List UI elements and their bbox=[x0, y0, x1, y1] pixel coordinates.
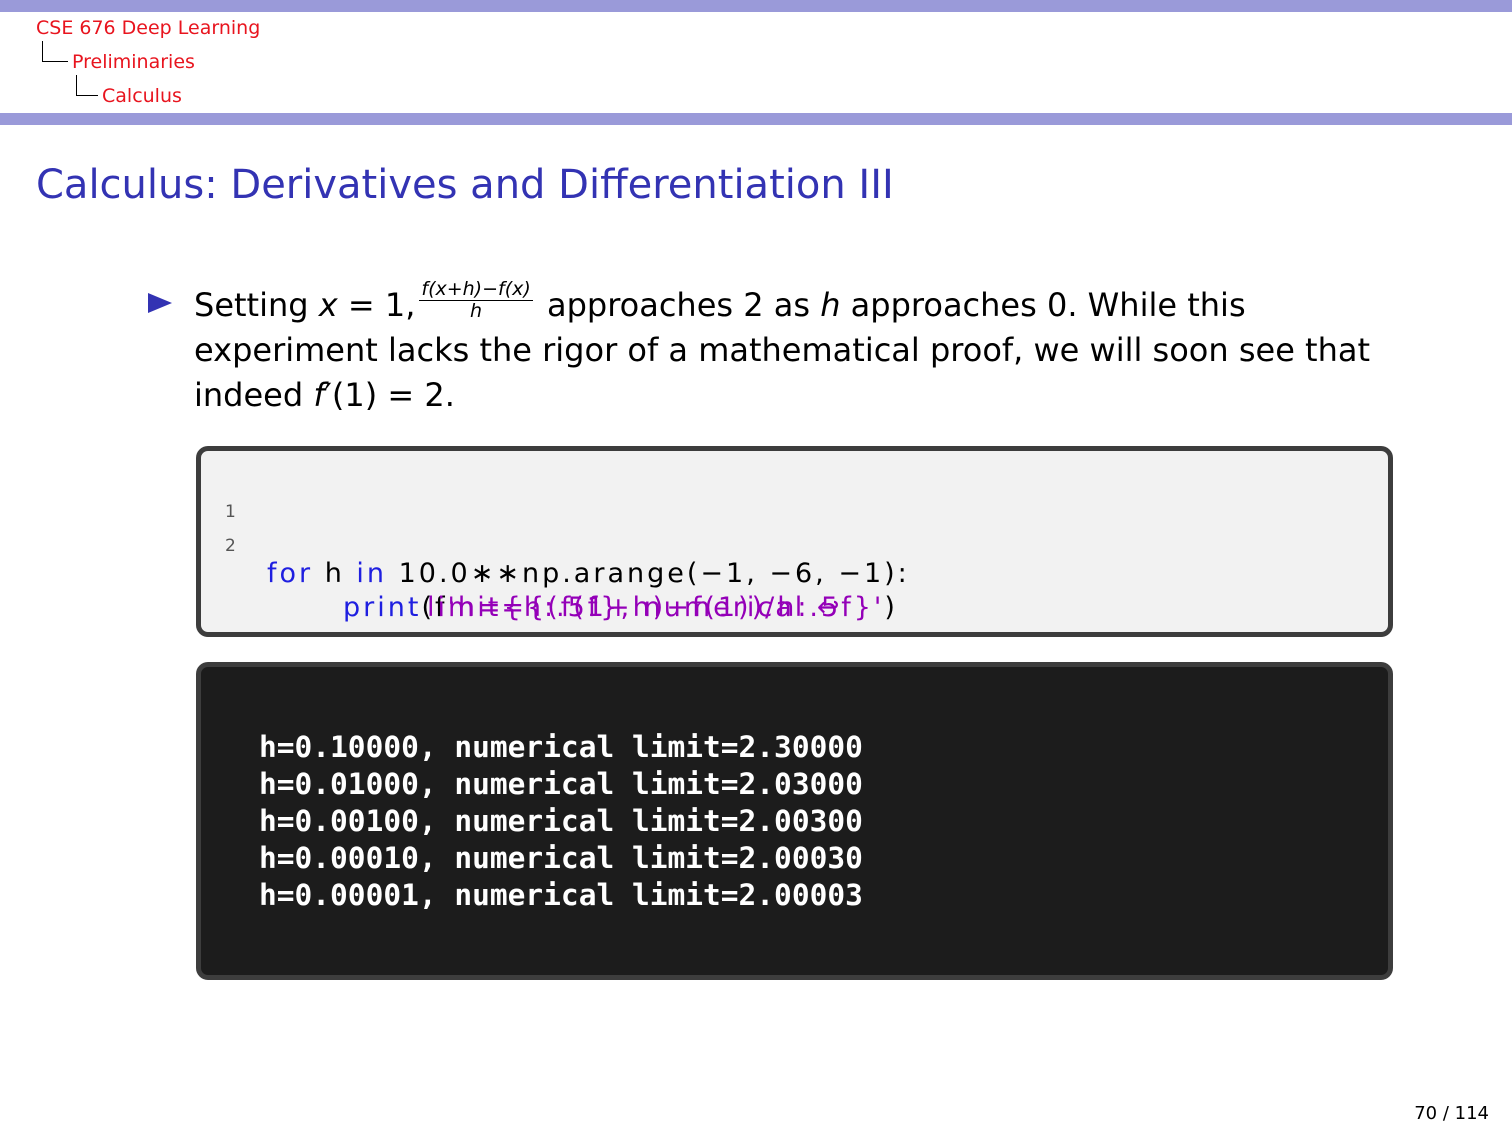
difference-quotient-fraction: f(x+h)−f(x) h bbox=[419, 277, 533, 322]
output-line: h=0.10000, numerical limit=2.30000 bbox=[259, 730, 863, 764]
tree-connector-2 bbox=[76, 75, 98, 96]
code-listing[interactable]: 1 for h in 10.0∗∗np.arange(−1, −6, −1): … bbox=[196, 446, 1393, 637]
line-number: 2 bbox=[225, 536, 236, 556]
code-line-2-continuation: limit={(f(1+h)−f(1))/h:.5f}') bbox=[427, 592, 898, 623]
header-bar-bottom bbox=[0, 113, 1512, 125]
triangle-bullet-icon bbox=[148, 293, 172, 313]
output-line: h=0.00001, numerical limit=2.00003 bbox=[259, 878, 863, 912]
line-number: 1 bbox=[225, 502, 236, 522]
tree-connector-1 bbox=[42, 41, 68, 62]
breadcrumb-course[interactable]: CSE 676 Deep Learning bbox=[36, 17, 260, 39]
breadcrumb-section[interactable]: Preliminaries bbox=[72, 51, 195, 73]
output-line: h=0.00100, numerical limit=2.00300 bbox=[259, 804, 863, 838]
output-line: h=0.01000, numerical limit=2.03000 bbox=[259, 767, 863, 801]
output-console[interactable]: h=0.10000, numerical limit=2.30000 h=0.0… bbox=[196, 662, 1393, 980]
slide-title: Calculus: Derivatives and Differentiatio… bbox=[36, 162, 894, 208]
output-line: h=0.00010, numerical limit=2.00030 bbox=[259, 841, 863, 875]
bullet-text: Setting x = 1, f(x+h)−f(x) h approaches 2 … bbox=[194, 277, 1371, 414]
breadcrumb-subsection[interactable]: Calculus bbox=[102, 85, 182, 107]
page-number: 70 / 114 bbox=[1414, 1103, 1489, 1124]
output-lines: h=0.10000, numerical limit=2.30000 h=0.0… bbox=[259, 729, 863, 914]
header-bar-top bbox=[0, 0, 1512, 12]
